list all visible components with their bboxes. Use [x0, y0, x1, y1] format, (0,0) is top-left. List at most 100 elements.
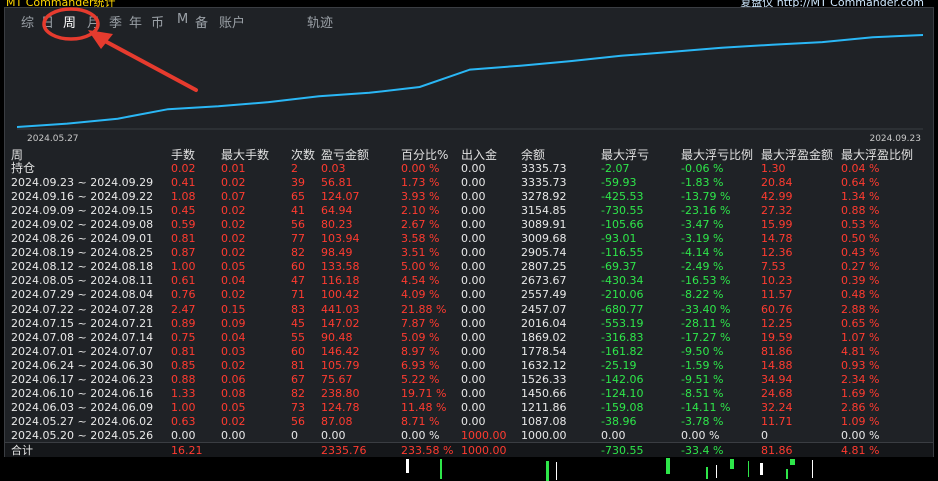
header-deposit[interactable]: 出入金 — [461, 146, 497, 163]
cell-pl-amount: 100.42 — [321, 288, 360, 302]
table-row[interactable]: 2024.09.09 ~ 2024.09.15 0.45 0.02 41 64.94 2.… — [5, 204, 933, 218]
cell-max-lots: 0.02 — [221, 358, 246, 372]
cell-lots: 0.75 — [171, 330, 196, 344]
cell-mfp: 10.23 — [761, 274, 793, 288]
cell-deposit: 0.00 — [461, 414, 486, 428]
cell-pct: 5.22 % — [401, 372, 440, 386]
cell-balance: 3009.68 — [521, 232, 567, 246]
table-row[interactable]: 2024.06.03 ~ 2024.06.09 1.00 0.05 73 124.78 1… — [5, 401, 933, 415]
header-max-float-loss-pct[interactable]: 最大浮亏比例 — [681, 146, 753, 163]
header-max-float-profit[interactable]: 最大浮盈金额 — [761, 146, 833, 163]
cell-count: 47 — [291, 274, 305, 288]
total-mflp: -33.4 % — [681, 444, 724, 457]
table-row[interactable]: 2024.07.15 ~ 2024.07.21 0.89 0.09 45 147.02 7… — [5, 317, 933, 331]
cell-pl-amount: 80.23 — [321, 218, 353, 232]
tab-6[interactable]: 币 — [151, 12, 164, 31]
table-row[interactable]: 2024.08.26 ~ 2024.09.01 0.81 0.02 77 103.94 3… — [5, 232, 933, 246]
header-lots[interactable]: 手数 — [171, 146, 195, 163]
total-deposit: 1000.00 — [461, 444, 507, 457]
table-row[interactable]: 2024.07.01 ~ 2024.07.07 0.81 0.03 60 146.42 8… — [5, 345, 933, 359]
cell-mfpp: 0.93 % — [841, 358, 880, 372]
cell-max-lots: 0.15 — [221, 302, 246, 316]
tab-1[interactable]: 日 — [41, 12, 54, 31]
top-strip: MT Commander统计 复盘仪 http://MT Commander.c… — [0, 0, 938, 9]
table-row[interactable]: 2024.09.23 ~ 2024.09.29 0.41 0.02 39 56.81 1.… — [5, 176, 933, 190]
cell-pl-amount: 90.48 — [321, 330, 353, 344]
cell-pct: 0.00 % — [401, 428, 440, 442]
cell-period: 2024.09.16 ~ 2024.09.22 — [11, 190, 154, 204]
cell-pct: 8.71 % — [401, 414, 440, 428]
table-row[interactable]: 2024.06.24 ~ 2024.06.30 0.85 0.02 81 105.79 6… — [5, 359, 933, 373]
cell-lots: 1.08 — [171, 190, 196, 204]
cell-lots: 0.45 — [171, 204, 196, 218]
table-row[interactable]: 2024.07.29 ~ 2024.08.04 0.76 0.02 71 100.42 4… — [5, 288, 933, 302]
cell-lots: 2.47 — [171, 302, 196, 316]
cell-pl-amount: 103.94 — [321, 232, 360, 246]
table-row[interactable]: 2024.05.20 ~ 2024.05.26 0.00 0.00 0 0.00 0.00… — [5, 429, 933, 443]
total-mfl: -730.55 — [601, 444, 644, 457]
cell-mfp: 27.32 — [761, 204, 793, 218]
cell-mfpp: 0.88 % — [841, 204, 880, 218]
tab-4[interactable]: 季 — [109, 12, 122, 31]
table-row[interactable]: 2024.08.05 ~ 2024.08.11 0.61 0.04 47 116.18 4… — [5, 274, 933, 288]
cell-count: 56 — [291, 414, 305, 428]
cell-deposit: 0.00 — [461, 386, 486, 400]
cell-pl-amount: 116.18 — [321, 274, 360, 288]
tab-0[interactable]: 综 — [21, 12, 34, 31]
cell-pl-amount: 238.80 — [321, 386, 360, 400]
cell-mfpp: 1.09 % — [841, 414, 880, 428]
header-pct[interactable]: 百分比% — [401, 146, 448, 163]
cell-period: 2024.07.22 ~ 2024.07.28 — [11, 302, 154, 316]
table-row[interactable]: 2024.05.27 ~ 2024.06.02 0.63 0.02 56 87.08 8.… — [5, 415, 933, 429]
tab-9[interactable]: 账户 — [219, 12, 245, 31]
tab-7[interactable]: M — [177, 12, 188, 27]
cell-period: 2024.08.05 ~ 2024.08.11 — [11, 274, 154, 288]
cell-period: 2024.08.12 ~ 2024.08.18 — [11, 260, 154, 274]
cell-pct: 2.10 % — [401, 204, 440, 218]
cell-max-lots: 0.04 — [221, 330, 246, 344]
cell-deposit: 0.00 — [461, 330, 486, 344]
tab-3[interactable]: 月 — [87, 12, 100, 31]
cell-max-lots: 0.02 — [221, 246, 246, 260]
header-max-float-loss[interactable]: 最大浮亏 — [601, 146, 649, 163]
tab-5[interactable]: 年 — [129, 12, 142, 31]
header-count[interactable]: 次数 — [291, 146, 315, 163]
table-row[interactable]: 2024.07.08 ~ 2024.07.14 0.75 0.04 55 90.48 5.… — [5, 331, 933, 345]
cell-mfp: 11.57 — [761, 288, 793, 302]
tab-8[interactable]: 备 — [195, 12, 208, 31]
equity-point — [167, 108, 169, 111]
cell-pl-amount: 147.02 — [321, 316, 360, 330]
cell-mfp: 60.76 — [761, 302, 793, 316]
cell-lots: 0.76 — [171, 288, 196, 302]
cell-mflp: -9.51 % — [681, 372, 724, 386]
table-row[interactable]: 2024.08.12 ~ 2024.08.18 1.00 0.05 60 133.58 5… — [5, 260, 933, 274]
cell-deposit: 0.00 — [461, 260, 486, 274]
cell-lots: 0.59 — [171, 218, 196, 232]
cell-period: 2024.07.01 ~ 2024.07.07 — [11, 344, 154, 358]
table-row[interactable]: 2024.06.17 ~ 2024.06.23 0.88 0.06 67 75.67 5.… — [5, 373, 933, 387]
cell-max-lots: 0.04 — [221, 274, 246, 288]
table-row[interactable]: 2024.09.16 ~ 2024.09.22 1.08 0.07 65 124.07 3… — [5, 190, 933, 204]
header-balance[interactable]: 余额 — [521, 146, 545, 163]
cell-mfl: -124.10 — [601, 386, 644, 400]
tab-10[interactable]: 轨迹 — [307, 12, 333, 31]
header-max-lots[interactable]: 最大手数 — [221, 146, 269, 163]
cell-max-lots: 0.02 — [221, 288, 246, 302]
header-pl-amount[interactable]: 盈亏金额 — [321, 146, 369, 163]
equity-point — [670, 51, 673, 53]
table-row[interactable]: 2024.07.22 ~ 2024.07.28 2.47 0.15 83 441.03 2… — [5, 303, 933, 317]
header-max-float-profit-pct[interactable]: 最大浮盈比例 — [841, 146, 913, 163]
table-row[interactable]: 2024.06.10 ~ 2024.06.16 1.33 0.08 82 238.80 1… — [5, 387, 933, 401]
cell-mfpp: 0.00 % — [841, 428, 880, 442]
tab-2[interactable]: 周 — [63, 12, 76, 31]
table-row[interactable]: 0.02 0.01 2 0.03 0.00 % 0.00 3335.73 -2.07 -0.06… — [5, 162, 933, 176]
cell-mfl: -2.07 — [601, 162, 630, 175]
candle-bar — [556, 462, 557, 480]
cell-period: 2024.07.08 ~ 2024.07.14 — [11, 330, 154, 344]
cell-lots: 0.61 — [171, 274, 196, 288]
equity-point — [217, 105, 220, 108]
cell-mfl: 0.00 — [601, 428, 626, 442]
table-row[interactable]: 2024.08.19 ~ 2024.08.25 0.87 0.02 82 98.49 3.… — [5, 246, 933, 260]
candle-bar — [786, 469, 788, 479]
table-row[interactable]: 2024.09.02 ~ 2024.09.08 0.59 0.02 56 80.23 2.… — [5, 218, 933, 232]
